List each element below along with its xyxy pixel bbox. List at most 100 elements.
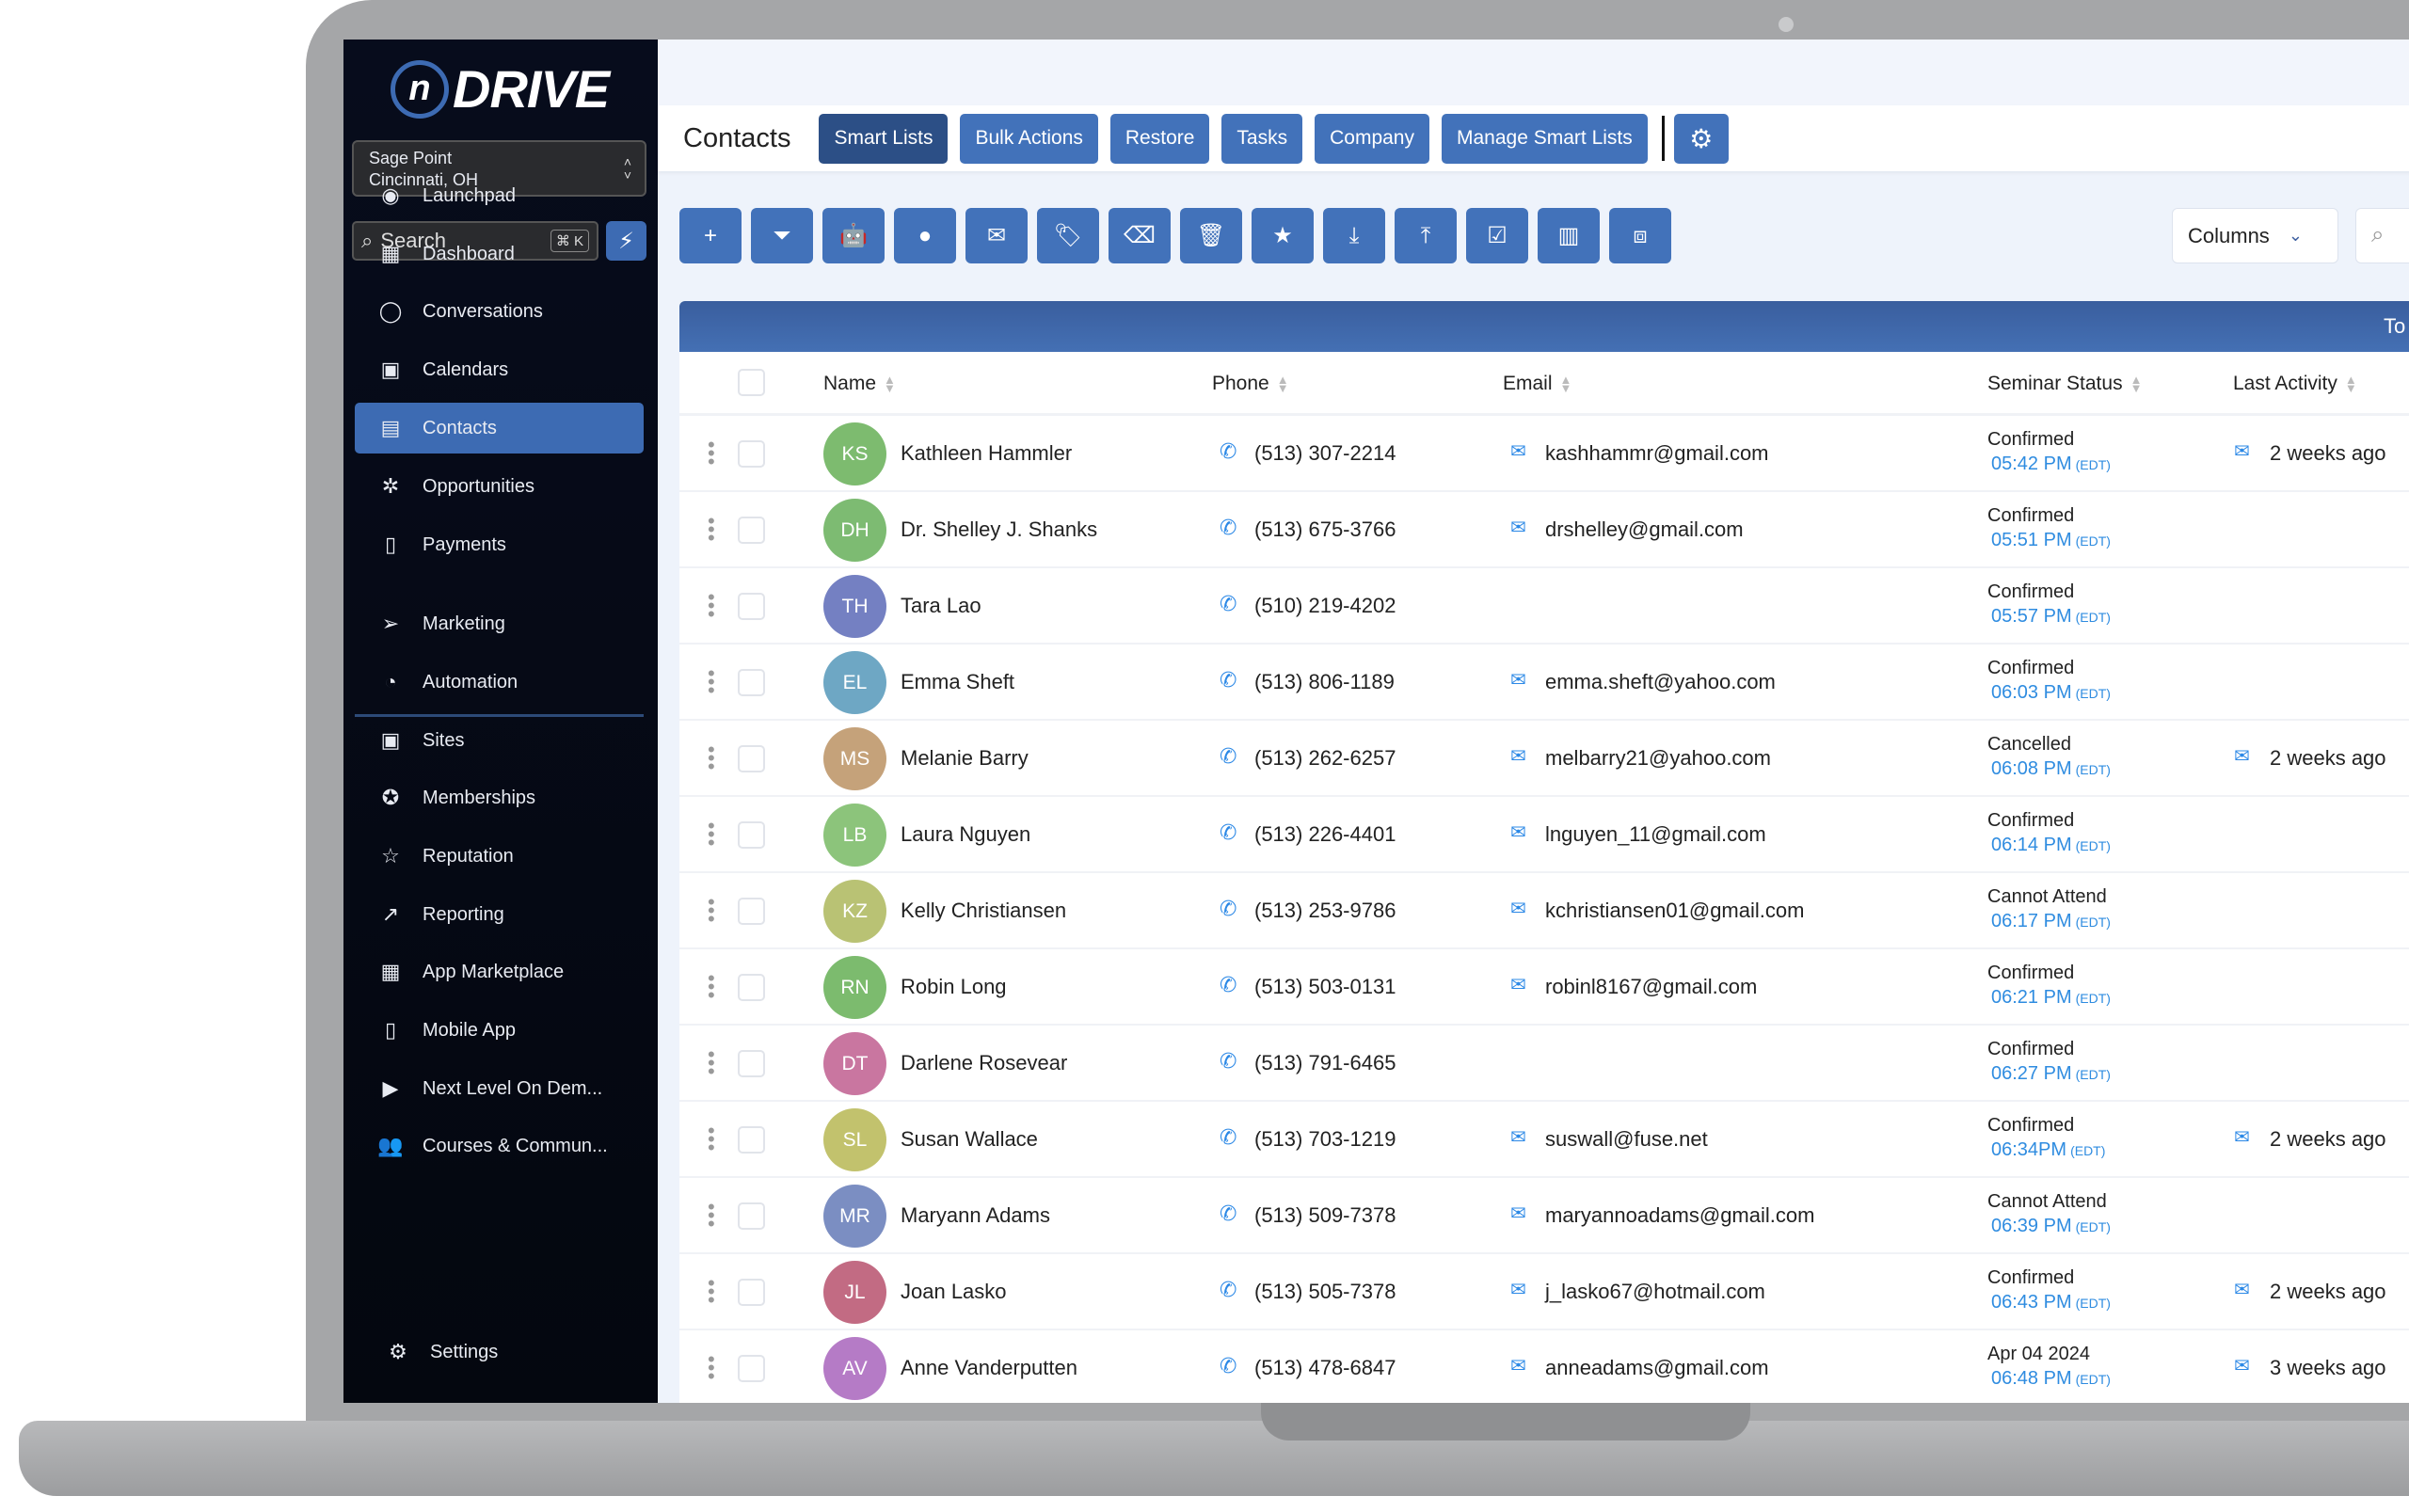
drag-handle-icon[interactable]: • • • [708,1121,717,1158]
sidebar-item-marketing[interactable]: ➢ Marketing [355,598,644,649]
table-row[interactable]: • • • MS Melanie Barry ✆ (513) 262-6257 ✉ melbar… [679,721,2409,797]
table-row[interactable]: • • • AV Anne Vanderputten ✆ (513) 478-6847 ✉ an… [679,1330,2409,1403]
export-button[interactable]: ⤒ [1395,208,1457,263]
table-row[interactable]: • • • EL Emma Sheft ✆ (513) 806-1189 ✉ emma.shef… [679,645,2409,721]
sidebar-item-conversations[interactable]: ◯ Conversations [355,286,644,337]
sidebar-item-reporting[interactable]: ↗ Reporting [355,889,644,940]
contact-name[interactable]: Robin Long [901,975,1007,999]
sort-icon[interactable]: ▲ ▼ [1277,374,1289,394]
company-button[interactable]: ▥ [1538,208,1600,263]
column-header-email[interactable]: Email ▲ ▼ [1503,373,1571,395]
star-button[interactable]: ★ [1252,208,1314,263]
drag-handle-icon[interactable]: • • • [708,511,717,549]
email-icon[interactable]: ✉ [1510,439,1526,463]
contact-phone[interactable]: (513) 253-9786 [1254,899,1396,923]
row-checkbox[interactable] [738,517,765,544]
phone-icon[interactable]: ✆ [1220,439,1236,464]
column-header-name[interactable]: Name ▲ ▼ [823,373,896,395]
contact-phone[interactable]: (513) 806-1189 [1254,670,1395,694]
drag-handle-icon[interactable]: • • • [708,663,717,701]
contact-name[interactable]: Melanie Barry [901,746,1029,771]
sidebar-item-contacts[interactable]: ▤ Contacts [355,403,644,454]
drag-handle-icon[interactable]: • • • [708,968,717,1006]
contact-email[interactable]: emma.sheft@yahoo.com [1545,670,1776,694]
phone-icon[interactable]: ✆ [1220,897,1236,921]
columns-dropdown[interactable]: Columns ⌄ [2172,208,2338,263]
sort-icon[interactable]: ▲ ▼ [1560,374,1572,394]
email-icon[interactable]: ✉ [1510,1354,1526,1377]
phone-icon[interactable]: ✆ [1220,592,1236,616]
sidebar-item-sites[interactable]: ▣ Sites [355,715,644,766]
robot-button[interactable]: 🤖 [822,208,885,263]
add-button[interactable]: + [679,208,742,263]
table-row[interactable]: • • • RN Robin Long ✆ (513) 503-0131 ✉ robinl816… [679,949,2409,1026]
row-checkbox[interactable] [738,1355,765,1382]
select-all-checkbox[interactable] [738,369,765,396]
phone-icon[interactable]: ✆ [1220,516,1236,540]
sidebar-item-launchpad[interactable]: ◉ Launchpad [355,170,644,221]
contact-email[interactable]: kashhammr@gmail.com [1545,441,1769,466]
import-button[interactable]: ⤓ [1323,208,1385,263]
contact-phone[interactable]: (513) 478-6847 [1254,1356,1396,1380]
sidebar-item-settings[interactable]: ⚙ Settings [362,1327,651,1377]
tab-smart-lists[interactable]: Smart Lists [819,113,949,164]
contact-phone[interactable]: (513) 703-1219 [1254,1127,1396,1152]
contact-phone[interactable]: (513) 675-3766 [1254,517,1396,542]
contact-phone[interactable]: (513) 505-7378 [1254,1280,1396,1304]
contact-phone[interactable]: (513) 226-4401 [1254,822,1396,847]
column-header-seminar-status[interactable]: Seminar Status ▲ ▼ [1987,373,2142,395]
email-icon[interactable]: ✉ [1510,516,1526,539]
tab-restore[interactable]: Restore [1109,113,1210,164]
contact-name[interactable]: Maryann Adams [901,1203,1050,1228]
logo[interactable]: n DRIVE [391,58,610,119]
row-checkbox[interactable] [738,898,765,925]
drag-handle-icon[interactable]: • • • [708,816,717,853]
drag-handle-icon[interactable]: • • • [708,1197,717,1234]
merge-button[interactable]: ⧈ [1609,208,1671,263]
table-row[interactable]: • • • KS Kathleen Hammler ✆ (513) 307-2214 ✉ kas… [679,416,2409,492]
drag-handle-icon[interactable]: • • • [708,1349,717,1387]
contact-name[interactable]: Tara Lao [901,594,981,618]
contact-name[interactable]: Anne Vanderputten [901,1356,1077,1380]
phone-icon[interactable]: ✆ [1220,973,1236,997]
contact-name[interactable]: Kathleen Hammler [901,441,1072,466]
contact-email[interactable]: anneadams@gmail.com [1545,1356,1769,1380]
phone-icon[interactable]: ✆ [1220,1354,1236,1378]
contact-name[interactable]: Laura Nguyen [901,822,1030,847]
table-row[interactable]: • • • KZ Kelly Christiansen ✆ (513) 253-9786 ✉ k… [679,873,2409,949]
table-row[interactable]: • • • SL Susan Wallace ✆ (513) 703-1219 ✉ suswal… [679,1102,2409,1178]
contact-email[interactable]: suswall@fuse.net [1545,1127,1708,1152]
filter-button[interactable]: ⏷ [751,208,813,263]
row-checkbox[interactable] [738,593,765,620]
phone-icon[interactable]: ✆ [1220,1125,1236,1150]
table-row[interactable]: • • • MR Maryann Adams ✆ (513) 509-7378 ✉ maryan… [679,1178,2409,1254]
column-header-last-activity[interactable]: Last Activity ▲ ▼ [2233,373,2357,395]
table-row[interactable]: • • • DT Darlene Rosevear ✆ (513) 791-6465 Conf… [679,1026,2409,1102]
contact-name[interactable]: Kelly Christiansen [901,899,1066,923]
row-checkbox[interactable] [738,745,765,772]
contact-phone[interactable]: (513) 307-2214 [1254,441,1396,466]
tab-company[interactable]: Company [1315,113,1429,164]
contact-email[interactable]: drshelley@gmail.com [1545,517,1744,542]
contact-email[interactable]: lnguyen_11@gmail.com [1545,822,1766,847]
email-icon[interactable]: ✉ [1510,1278,1526,1301]
contact-phone[interactable]: (513) 791-6465 [1254,1051,1396,1075]
sidebar-item-automation[interactable]: ◔ Automation [355,657,644,708]
drag-handle-icon[interactable]: • • • [708,435,717,472]
sidebar-item-app-marketplace[interactable]: ▦ App Marketplace [355,947,644,997]
sms-button[interactable]: ● [894,208,956,263]
contact-email[interactable]: melbarry21@yahoo.com [1545,746,1771,771]
sidebar-item-dashboard[interactable]: ▦ Dashboard [355,229,644,279]
sidebar-item-memberships[interactable]: ✪ Memberships [355,772,644,823]
row-checkbox[interactable] [738,821,765,849]
tab-tasks[interactable]: Tasks [1221,113,1303,164]
table-row[interactable]: • • • LB Laura Nguyen ✆ (513) 226-4401 ✉ lnguyen… [679,797,2409,873]
row-checkbox[interactable] [738,1202,765,1230]
phone-icon[interactable]: ✆ [1220,668,1236,692]
email-button[interactable]: ✉ [965,208,1028,263]
contact-email[interactable]: maryannoadams@gmail.com [1545,1203,1814,1228]
sidebar-item-reputation[interactable]: ☆ Reputation [355,831,644,882]
drag-handle-icon[interactable]: • • • [708,892,717,930]
drag-handle-icon[interactable]: • • • [708,587,717,625]
contact-phone[interactable]: (510) 219-4202 [1254,594,1396,618]
